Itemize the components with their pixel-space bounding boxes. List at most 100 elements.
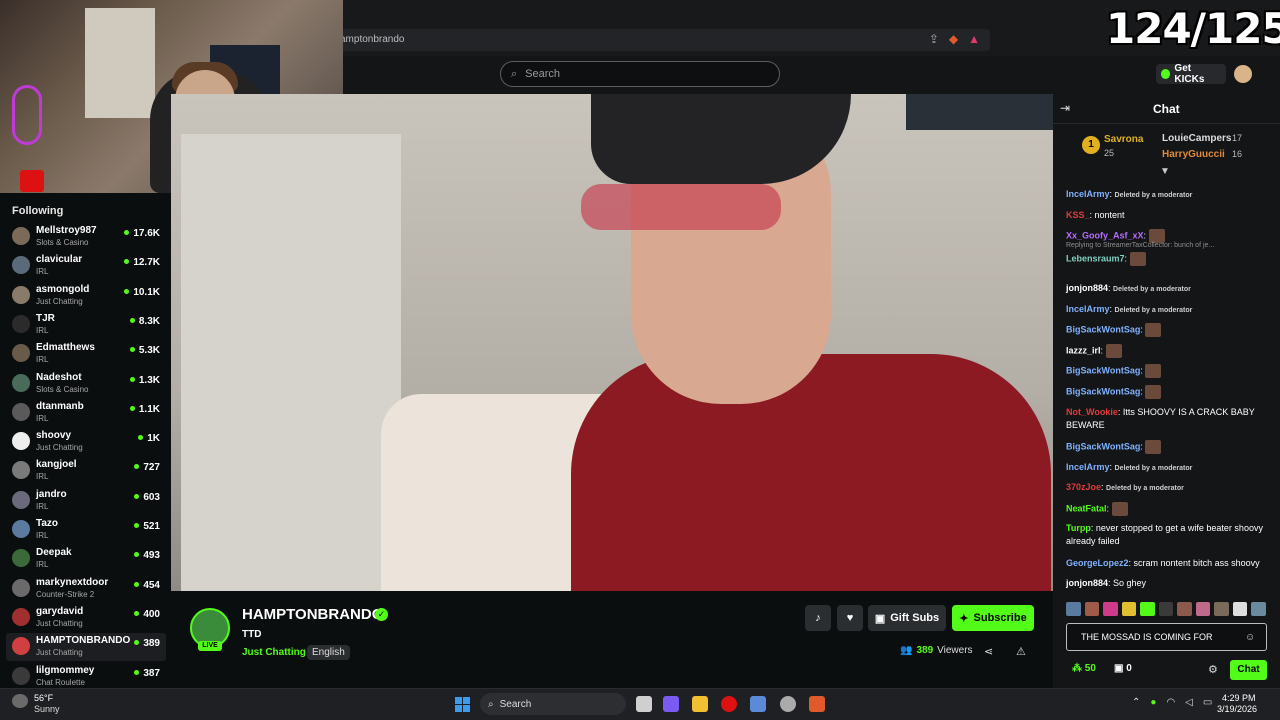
store-icon[interactable] — [750, 696, 766, 712]
leader-third-count: 16 — [1232, 149, 1243, 159]
subscribe-button[interactable]: ✦ Subscribe — [952, 605, 1034, 631]
battery-icon[interactable]: ▭ — [1203, 697, 1212, 708]
emote-button[interactable] — [1066, 602, 1081, 616]
chat-username[interactable]: IncelArmy — [1066, 189, 1110, 199]
language-tag[interactable]: English — [307, 645, 350, 660]
opera-icon[interactable] — [721, 696, 737, 712]
chat-username[interactable]: BigSackWontSag — [1066, 365, 1140, 375]
chat-username[interactable]: 370zJoe — [1066, 482, 1101, 492]
video-player[interactable] — [171, 94, 1053, 591]
search-input[interactable]: ⌕ Search — [500, 61, 780, 87]
emote-button[interactable] — [1103, 602, 1118, 616]
weather-temperature[interactable]: 56°F — [34, 693, 53, 703]
chat-message: KSS_: nontent — [1066, 210, 1125, 220]
report-icon[interactable]: ⚠ — [1016, 645, 1026, 658]
sidebar-item-lilgmommey[interactable]: lilgmommey Chat Roulette 387 — [6, 663, 166, 691]
leader-first-name[interactable]: Savrona — [1104, 134, 1143, 145]
expand-leaderboard-icon[interactable]: ▼ — [1160, 166, 1170, 177]
app-icon[interactable] — [780, 696, 796, 712]
sidebar-item-edmatthews[interactable]: Edmatthews IRL 5.3K — [6, 340, 166, 368]
copilot-icon[interactable] — [663, 696, 679, 712]
emote-button[interactable] — [1195, 602, 1211, 616]
sidebar-item-viewers: 10.1K — [124, 287, 160, 298]
get-kicks-button[interactable]: Get KICKs — [1156, 63, 1226, 85]
share-icon[interactable]: ⇪ — [929, 32, 939, 46]
address-bar[interactable]: amptonbrando — [330, 29, 990, 51]
share-icon[interactable]: ⋖ — [984, 645, 993, 658]
profile-avatar[interactable] — [1234, 65, 1252, 83]
sidebar-item-clavicular[interactable]: clavicular IRL 12.7K — [6, 252, 166, 280]
sidebar-item-tazo[interactable]: Tazo IRL 521 — [6, 516, 166, 544]
sidebar-item-nadeshot[interactable]: Nadeshot Slots & Casino 1.3K — [6, 370, 166, 398]
emote-button[interactable] — [1121, 602, 1137, 616]
chat-username[interactable]: GeorgeLopez2 — [1066, 558, 1129, 568]
emote-button[interactable] — [1177, 602, 1192, 616]
taskbar-search[interactable]: ⌕ Search — [480, 693, 626, 715]
chat-username[interactable]: NeatFatal — [1066, 503, 1107, 513]
emote-button[interactable] — [1251, 602, 1267, 616]
leader-third-name[interactable]: HarryGuuccii — [1162, 149, 1225, 160]
task-view-icon[interactable] — [636, 696, 652, 712]
sidebar-item-tjr[interactable]: TJR IRL 8.3K — [6, 311, 166, 339]
sidebar-item-kangjoel[interactable]: kangjoel IRL 727 — [6, 457, 166, 485]
gear-icon[interactable]: ⚙ — [1208, 663, 1218, 676]
gift-subs-button[interactable]: ▣ Gift Subs — [868, 605, 946, 631]
chat-username[interactable]: lazzz_irl — [1066, 345, 1101, 355]
chat-username[interactable]: jonjon884 — [1066, 283, 1108, 293]
sidebar-item-deepak[interactable]: Deepak IRL 493 — [6, 545, 166, 573]
collapse-chat-icon[interactable]: ⇥ — [1060, 101, 1070, 115]
emote-button[interactable] — [1214, 602, 1229, 616]
chevron-up-icon[interactable]: ⌃ — [1132, 697, 1140, 708]
sidebar-item-dtanmanb[interactable]: dtanmanb IRL 1.1K — [6, 399, 166, 427]
emote-button[interactable] — [1232, 602, 1248, 616]
follow-button[interactable]: ♥ — [837, 605, 863, 631]
kicks-balance[interactable]: ⁂ 50 — [1072, 663, 1096, 674]
sidebar-item-asmongold[interactable]: asmongold Just Chatting 10.1K — [6, 282, 166, 310]
chat-username[interactable]: Turpp — [1066, 523, 1091, 533]
sidebar-item-markynextdoor[interactable]: markynextdoor Counter-Strike 2 454 — [6, 575, 166, 603]
clock-time[interactable]: 4:29 PM — [1222, 693, 1256, 703]
sidebar-item-shoovy[interactable]: shoovy Just Chatting 1K — [6, 428, 166, 456]
chat-username[interactable]: IncelArmy — [1066, 304, 1110, 314]
sidebar-item-garydavid[interactable]: garydavid Just Chatting 400 — [6, 604, 166, 632]
chat-username[interactable]: Lebensraum7 — [1066, 253, 1125, 263]
sidebar-item-hamptonbrando[interactable]: HAMPTONBRANDO Just Chatting 389 — [6, 633, 166, 662]
brave-shield-icon[interactable]: ◆ — [949, 32, 958, 46]
emote-bar — [1066, 602, 1267, 618]
file-explorer-icon[interactable] — [692, 696, 708, 712]
weather-description[interactable]: Sunny — [34, 704, 60, 714]
weather-icon[interactable] — [12, 694, 28, 708]
chat-username[interactable]: jonjon884 — [1066, 578, 1108, 588]
chat-username[interactable]: KSS_ — [1066, 210, 1090, 220]
chat-username[interactable]: IncelArmy — [1066, 462, 1110, 472]
gift-balance[interactable]: ▣ 0 — [1114, 663, 1132, 674]
emote-button[interactable] — [1158, 602, 1174, 616]
bell-icon: ♪ — [815, 612, 821, 624]
chat-username[interactable]: BigSackWontSag — [1066, 324, 1140, 334]
chat-username[interactable]: BigSackWontSag — [1066, 441, 1140, 451]
chat-input[interactable]: THE MOSSAD IS COMING FOR — [1066, 623, 1267, 651]
rewards-icon[interactable]: ▲ — [968, 32, 980, 46]
avatar — [12, 344, 30, 363]
clock-date[interactable]: 3/19/2026 — [1217, 704, 1257, 714]
sidebar-item-mellstroy987[interactable]: Mellstroy987 Slots & Casino 17.6K — [6, 223, 166, 251]
volume-icon[interactable]: ◁ — [1185, 697, 1193, 708]
emote-button[interactable] — [1084, 602, 1100, 616]
sidebar-item-viewers: 1.3K — [130, 375, 160, 386]
brave-icon[interactable] — [809, 696, 825, 712]
emote-button[interactable] — [1140, 602, 1155, 616]
channel-name[interactable]: HAMPTONBRANDO — [242, 606, 383, 623]
emoji-icon[interactable]: ☺ — [1245, 632, 1255, 643]
send-chat-button[interactable]: Chat — [1230, 660, 1267, 680]
chat-username[interactable]: BigSackWontSag — [1066, 386, 1140, 396]
start-button[interactable] — [455, 697, 470, 712]
chat-username[interactable]: Not_Wookie — [1066, 407, 1118, 417]
notification-bell-button[interactable]: ♪ — [805, 605, 831, 631]
stream-category[interactable]: Just Chatting — [242, 647, 306, 658]
microphone-icon[interactable]: ● — [1150, 697, 1156, 708]
chat-text: Deleted by a moderator — [1114, 465, 1193, 472]
leader-second-name[interactable]: LouieCampers — [1162, 133, 1231, 144]
sidebar-item-label: kangjoel — [36, 459, 77, 471]
sidebar-item-jandro[interactable]: jandro IRL 603 — [6, 487, 166, 515]
wifi-icon[interactable]: ◠ — [1166, 697, 1175, 708]
